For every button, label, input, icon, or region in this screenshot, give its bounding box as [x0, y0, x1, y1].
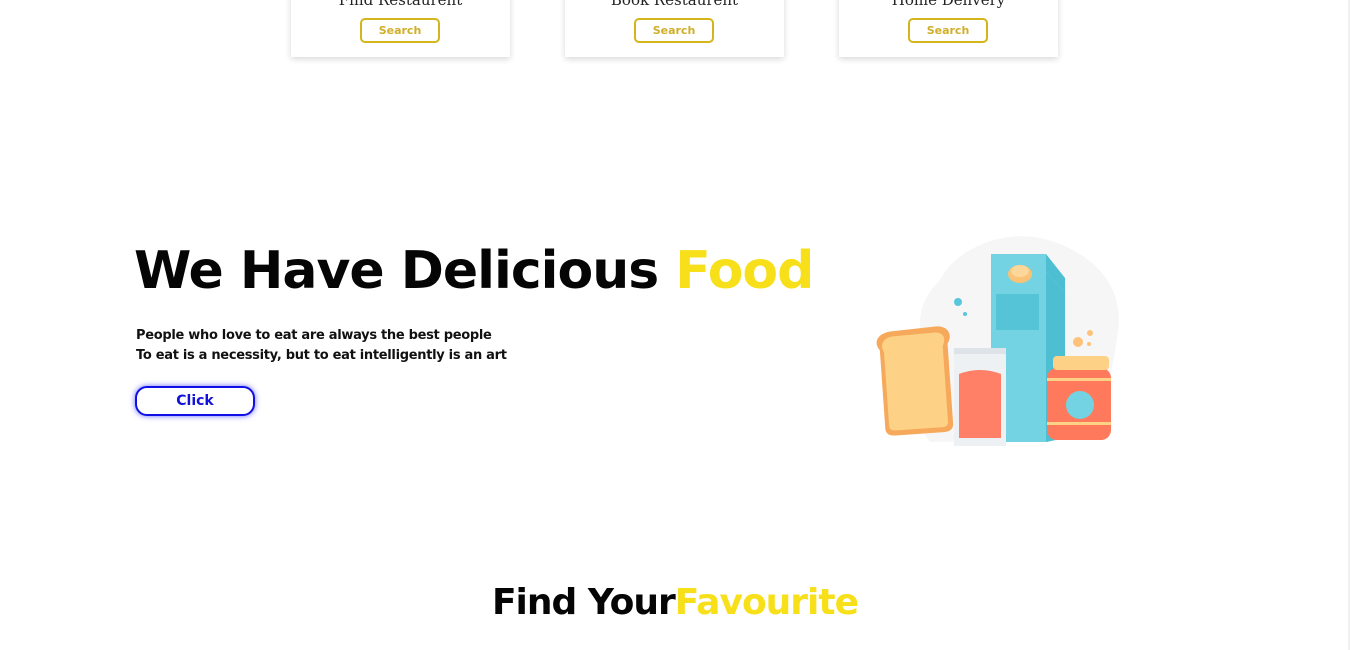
hero-title-main: We Have Delicious: [134, 241, 676, 301]
service-card-find-restaurant: Find Restaurent Search: [291, 0, 510, 57]
service-card-book-restaurant: Book Restaurent Search: [565, 0, 784, 57]
page: Find Restaurent Search Book Restaurent S…: [0, 0, 1350, 650]
grocery-illustration-icon: [876, 236, 1119, 446]
find-restaurant-search-button[interactable]: Search: [360, 18, 440, 43]
service-card-title: Book Restaurent: [610, 0, 739, 9]
home-delivery-search-button[interactable]: Search: [908, 18, 988, 43]
service-card-title: Home Delivery: [891, 0, 1006, 9]
hero-tagline-2: To eat is a necessity, but to eat intell…: [136, 348, 507, 363]
hero-title: We Have Delicious Food: [134, 236, 814, 306]
section-title: Find YourFavourite: [0, 578, 1350, 628]
section-title-main: Find Your: [491, 582, 676, 623]
book-restaurant-search-button[interactable]: Search: [634, 18, 714, 43]
service-card-home-delivery: Home Delivery Search: [839, 0, 1058, 57]
hero-tagline-1: People who love to eat are always the be…: [136, 328, 492, 343]
section-title-accent: Favourite: [674, 582, 859, 623]
hero-click-button[interactable]: Click: [135, 386, 255, 416]
hero-title-accent: Food: [675, 241, 814, 301]
service-card-title: Find Restaurent: [338, 0, 463, 9]
